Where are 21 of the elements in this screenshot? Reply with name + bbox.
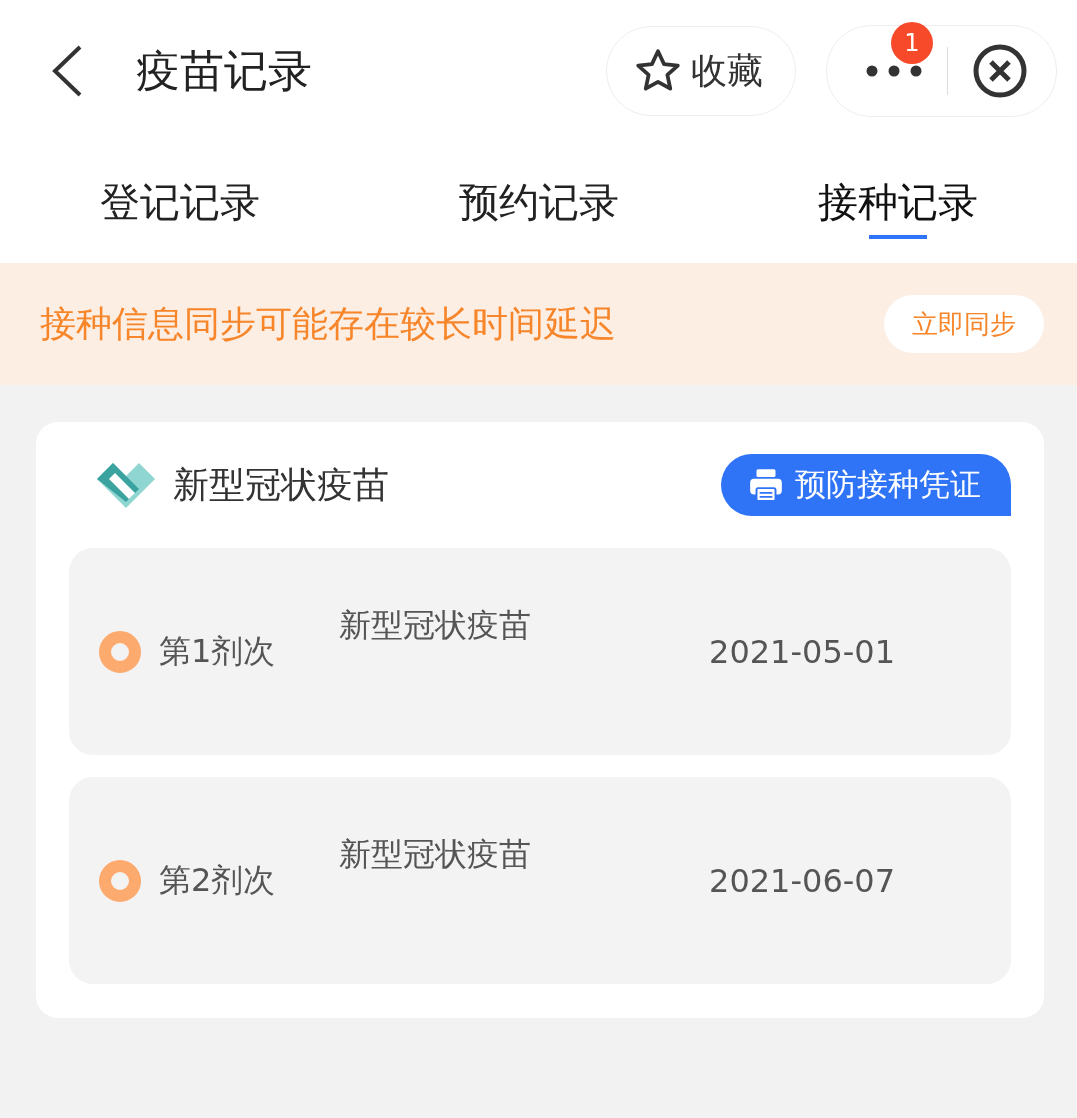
page-title: 疫苗记录 — [136, 43, 313, 98]
dose-label: 第1剂次 — [159, 630, 277, 672]
certificate-button[interactable]: 预防接种凭证 — [721, 454, 1011, 516]
notification-badge: 1 — [891, 22, 933, 64]
more-icon[interactable] — [865, 64, 923, 78]
tab[interactable]: 接种记录 — [718, 142, 1077, 263]
back-icon[interactable] — [50, 44, 84, 98]
vaccine-name: 新型冠状疫苗 — [339, 605, 532, 646]
dot-icon — [99, 630, 141, 673]
favorite-button[interactable]: 收藏 — [606, 26, 796, 116]
vaccine-name: 新型冠状疫苗 — [339, 834, 532, 875]
card-title: 新型冠状疫苗 — [173, 462, 390, 507]
heart-icon — [95, 461, 157, 509]
dot-icon — [99, 859, 141, 902]
dose-label: 第2剂次 — [159, 859, 277, 901]
dose-date: 2021-06-07 — [709, 861, 895, 900]
close-icon[interactable] — [972, 43, 1028, 99]
dose-date: 2021-05-01 — [709, 632, 895, 671]
tab[interactable]: 登记记录 — [0, 142, 359, 263]
tab[interactable]: 预约记录 — [359, 142, 718, 263]
notice-text: 接种信息同步可能存在较长时间延迟 — [40, 301, 616, 346]
